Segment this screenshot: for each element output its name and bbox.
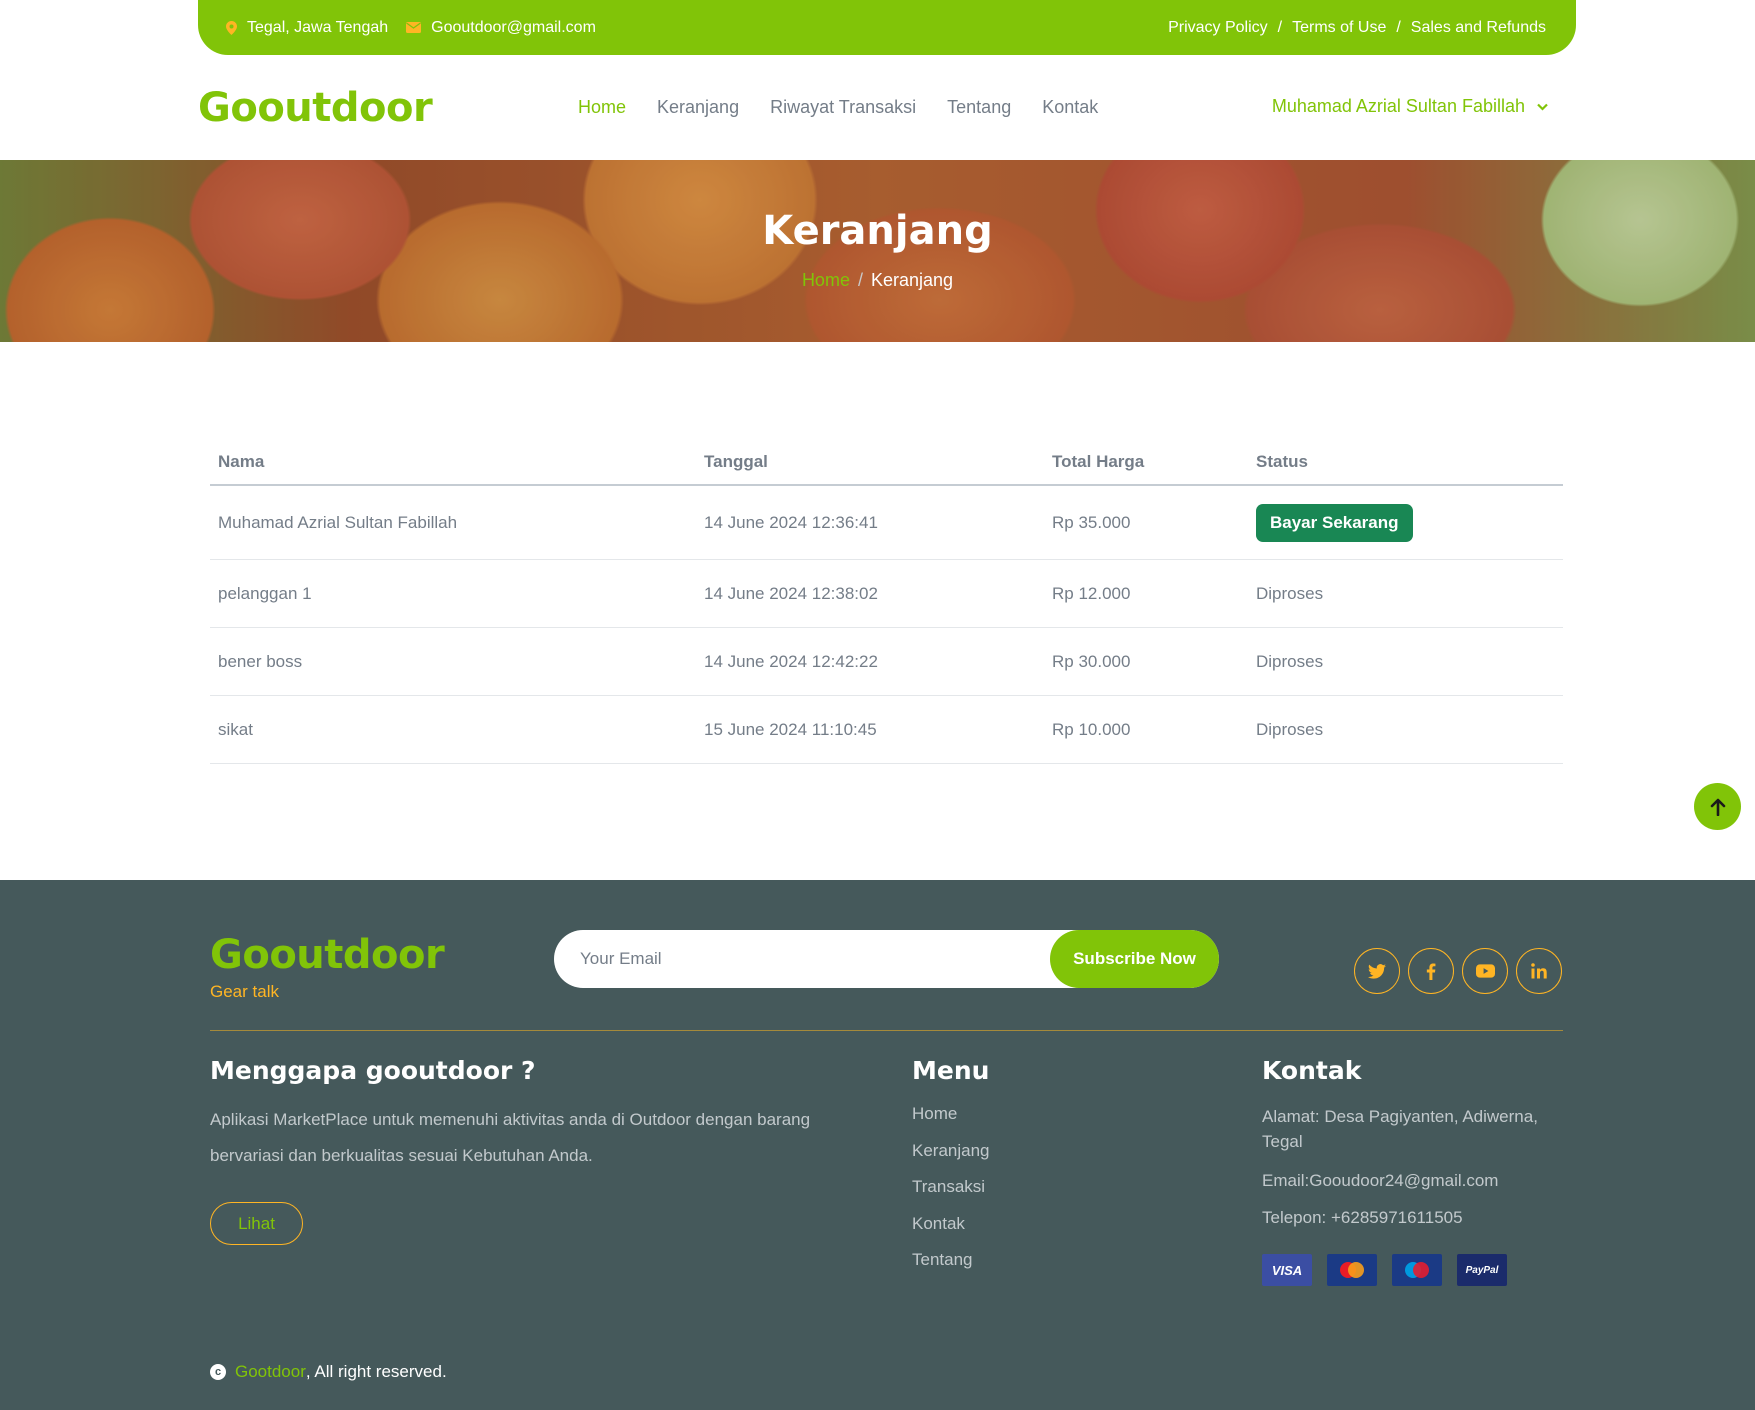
paypal-card-icon: PayPal [1457, 1254, 1507, 1286]
cell-nama: Muhamad Azrial Sultan Fabillah [218, 512, 458, 532]
privacy-policy-link[interactable]: Privacy Policy [1168, 19, 1268, 37]
contact-info: Alamat: Desa Pagiyanten, Adiwerna, Tegal… [1262, 1104, 1562, 1228]
footer-menu-tentang[interactable]: Tentang [912, 1250, 990, 1287]
cell-status: Bayar Sekarang [1248, 503, 1563, 542]
mastercard-card-icon [1327, 1254, 1377, 1286]
header-status: Status [1256, 452, 1308, 471]
topbar-separator: / [1396, 18, 1401, 36]
lihat-button[interactable]: Lihat [210, 1202, 303, 1245]
topbar-location-text: Tegal, Jawa Tengah [247, 18, 389, 36]
cell-total: Rp 30.000 [1052, 651, 1131, 671]
page-title: Keranjang [762, 208, 993, 254]
nav-riwayat-transaksi[interactable]: Riwayat Transaksi [770, 97, 916, 118]
footer-menu: Home Keranjang Transaksi Kontak Tentang [912, 1104, 990, 1287]
copyright-text: , All right reserved. [305, 1362, 447, 1381]
subscribe-button[interactable]: Subscribe Now [1050, 930, 1219, 988]
footer-brand[interactable]: Gooutdoor [210, 932, 445, 978]
maestro-card-icon [1392, 1254, 1442, 1286]
cell-tanggal: 15 June 2024 11:10:45 [704, 719, 877, 739]
cell-nama: pelanggan 1 [218, 583, 312, 603]
cell-tanggal: 14 June 2024 12:42:22 [704, 651, 878, 671]
topbar-location: Tegal, Jawa Tengah [226, 19, 388, 37]
breadcrumb: Home / Keranjang [0, 270, 1755, 291]
header-nama: Nama [218, 452, 265, 471]
breadcrumb-home[interactable]: Home [802, 270, 850, 290]
topbar: Tegal, Jawa Tengah Gooutdoor@gmail.com P… [198, 0, 1576, 55]
chevron-down-icon [1537, 103, 1548, 111]
cell-nama: bener boss [218, 651, 303, 671]
breadcrumb-current: Keranjang [870, 270, 954, 290]
page-header-banner: Keranjang Home / Keranjang [0, 160, 1755, 342]
nav-tentang[interactable]: Tentang [947, 97, 1011, 118]
footer: Gooutdoor Gear talk Your Email Subscribe… [0, 880, 1755, 1410]
contact-email: Email:Gooudoor24@gmail.com [1262, 1171, 1499, 1190]
facebook-icon[interactable] [1408, 948, 1454, 994]
nav-kontak[interactable]: Kontak [1042, 97, 1098, 118]
menu-title: Menu [912, 1056, 990, 1085]
footer-tagline: Gear talk [210, 982, 279, 1001]
contact-title: Kontak [1262, 1056, 1362, 1085]
twitter-icon[interactable] [1354, 948, 1400, 994]
breadcrumb-separator: / [857, 270, 863, 290]
terms-of-use-link[interactable]: Terms of Use [1292, 19, 1386, 37]
nav-home[interactable]: Home [578, 97, 626, 118]
contact-phone: Telepon: +6285971611505 [1262, 1208, 1463, 1227]
linkedin-icon[interactable] [1516, 948, 1562, 994]
cell-total: Rp 35.000 [1052, 512, 1131, 532]
envelope-icon [406, 22, 422, 33]
topbar-separator: / [1277, 18, 1283, 36]
cell-tanggal: 14 June 2024 12:36:41 [704, 512, 878, 532]
nav-keranjang[interactable]: Keranjang [657, 97, 739, 118]
footer-menu-keranjang[interactable]: Keranjang [912, 1141, 990, 1178]
contact-address: Alamat: Desa Pagiyanten, Adiwerna, Tegal [1262, 1107, 1538, 1151]
footer-menu-kontak[interactable]: Kontak [912, 1214, 990, 1251]
back-to-top-button[interactable] [1694, 783, 1741, 830]
table-header: Nama Tanggal Total Harga Status [210, 443, 1563, 486]
visa-card-icon: VISA [1262, 1254, 1312, 1286]
footer-menu-home[interactable]: Home [912, 1104, 990, 1141]
table-row: Muhamad Azrial Sultan Fabillah 14 June 2… [210, 486, 1563, 560]
cell-total: Rp 10.000 [1052, 719, 1131, 739]
table-row: sikat 15 June 2024 11:10:45 Rp 10.000 Di… [210, 696, 1563, 764]
social-links [1354, 948, 1570, 994]
navbar: Gooutdoor Home Keranjang Riwayat Transak… [198, 55, 1576, 160]
map-marker-icon [226, 20, 237, 35]
table-row: bener boss 14 June 2024 12:42:22 Rp 30.0… [210, 628, 1563, 696]
user-name: Muhamad Azrial Sultan Fabillah [1271, 96, 1525, 116]
about-text: Aplikasi MarketPlace untuk memenuhi akti… [210, 1110, 811, 1165]
table-row: pelanggan 1 14 June 2024 12:38:02 Rp 12.… [210, 560, 1563, 628]
topbar-email-text: Gooutdoor@gmail.com [431, 18, 596, 36]
footer-divider [210, 1030, 1563, 1031]
youtube-icon[interactable] [1462, 948, 1508, 994]
cell-tanggal: 14 June 2024 12:38:02 [704, 583, 878, 603]
copyright-brand-link[interactable]: Gootdoor [235, 1362, 306, 1382]
cell-status: Diproses [1256, 719, 1324, 739]
newsletter-form: Your Email Subscribe Now [554, 930, 1219, 988]
cell-total: Rp 12.000 [1052, 583, 1131, 603]
header-tanggal: Tanggal [704, 452, 768, 471]
payment-cards: VISA PayPal [1262, 1254, 1522, 1286]
topbar-email[interactable]: Gooutdoor@gmail.com [406, 19, 596, 37]
nav-links: Home Keranjang Riwayat Transaksi Tentang… [578, 97, 1129, 118]
copyright-icon: c [210, 1364, 226, 1380]
cell-status: Diproses [1256, 651, 1324, 671]
brand-logo[interactable]: Gooutdoor [198, 85, 433, 131]
email-input[interactable]: Your Email [580, 949, 662, 969]
about-title: Menggapa gooutdoor ? [210, 1056, 536, 1085]
user-dropdown[interactable]: Muhamad Azrial Sultan Fabillah [1272, 96, 1548, 117]
sales-refunds-link[interactable]: Sales and Refunds [1411, 19, 1546, 37]
copyright: c Gootdoor, All right reserved. [210, 1362, 447, 1382]
cart-table: Nama Tanggal Total Harga Status Muhamad … [210, 443, 1563, 764]
header-total-harga: Total Harga [1052, 452, 1145, 471]
arrow-up-icon [1710, 798, 1725, 816]
pay-now-button[interactable]: Bayar Sekarang [1256, 503, 1413, 542]
cell-nama: sikat [218, 719, 253, 739]
footer-menu-transaksi[interactable]: Transaksi [912, 1177, 990, 1214]
cell-status: Diproses [1256, 583, 1324, 603]
